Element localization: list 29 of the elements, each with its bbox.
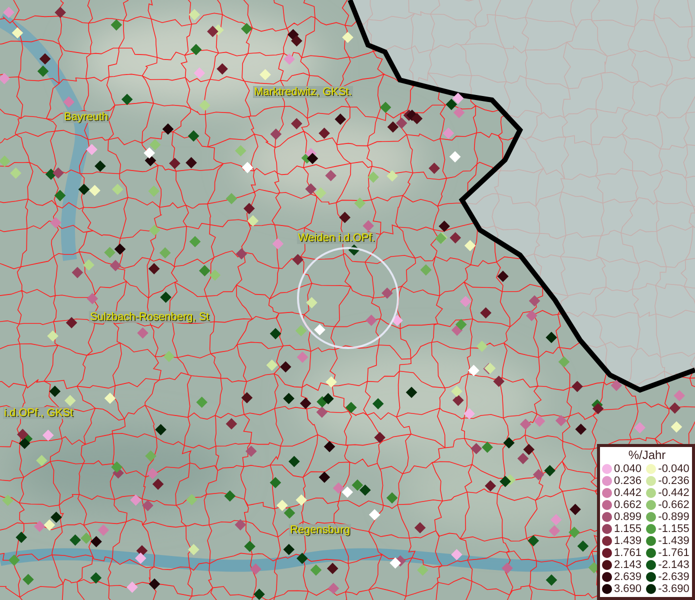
place-label: Bayreuth (63, 111, 110, 123)
legend-label: -0.236 (658, 475, 690, 487)
legend-label: 0.442 (614, 487, 642, 499)
legend-label: -0.040 (658, 463, 690, 475)
legend-label: 1.439 (614, 535, 642, 547)
place-label: i.d.OPf., GKSt (3, 407, 74, 419)
legend-label: 1.155 (614, 523, 642, 535)
legend-label: -0.899 (658, 511, 690, 523)
place-label: Sulzbach-Rosenberg, St (89, 311, 210, 323)
legend-label: -0.442 (658, 487, 690, 499)
place-label: Marktredwitz, GKSt. (253, 86, 353, 98)
legend-label: 0.040 (614, 463, 642, 475)
legend-label: -0.662 (658, 499, 690, 511)
legend-title: %/Jahr (627, 448, 667, 462)
legend-label: 3.690 (614, 583, 642, 595)
legend-label: 1.761 (614, 547, 642, 559)
legend-label: -2.639 (658, 571, 690, 583)
legend-label: 2.143 (614, 559, 642, 571)
legend-label: -2.143 (658, 559, 690, 571)
legend-label: 2.639 (614, 571, 642, 583)
place-label: Regensburg (289, 524, 351, 536)
legend-label: 0.899 (614, 511, 642, 523)
legend-label: 0.236 (614, 475, 642, 487)
legend-label: -3.690 (658, 583, 690, 595)
legend-label: -1.439 (658, 535, 690, 547)
place-label: Weiden i.d.OPf. (297, 232, 376, 244)
legend-label: -1.761 (658, 547, 690, 559)
legend-label: -1.155 (658, 523, 690, 535)
legend-label: 0.662 (614, 499, 642, 511)
